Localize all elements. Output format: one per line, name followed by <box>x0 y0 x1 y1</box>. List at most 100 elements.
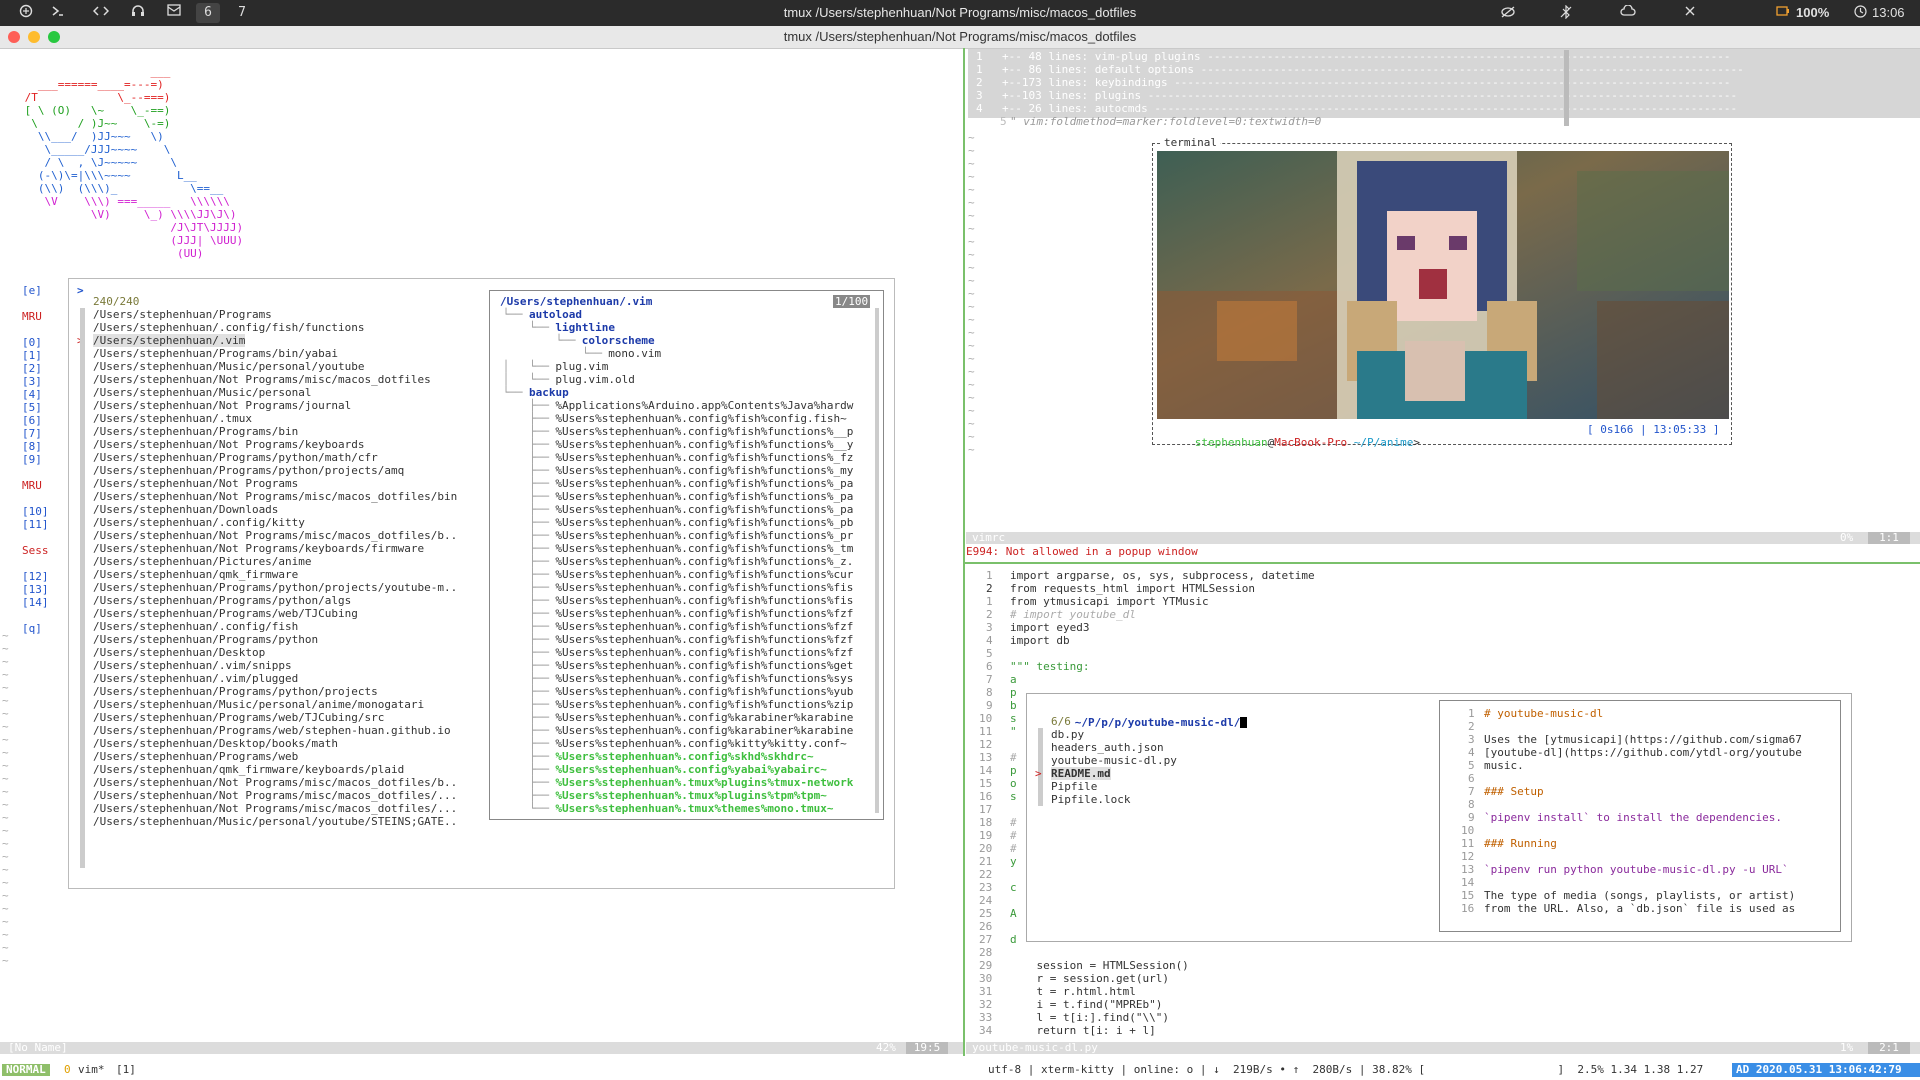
code-line[interactable]: c <box>1010 881 1017 894</box>
fzf-result-item[interactable]: /Users/stephenhuan/Not Programs/misc/mac… <box>93 802 457 815</box>
code-line[interactable]: return t[i: i + l] <box>1010 1024 1155 1037</box>
fzf-result-item[interactable]: /Users/stephenhuan/.vim/snipps <box>93 659 292 672</box>
menu-key[interactable]: [7] <box>22 427 42 440</box>
fzf-result-item[interactable]: /Users/stephenhuan/Music/personal <box>93 386 312 399</box>
fzf-result-item[interactable]: /Users/stephenhuan/qmk_firmware/keyboard… <box>93 763 404 776</box>
file-popup[interactable]: ~/P/p/p/youtube-music-dl/ 6/6 db.py heade… <box>1026 693 1852 942</box>
fzf-result-item[interactable]: /Users/stephenhuan/Desktop/books/math <box>93 737 338 750</box>
fzf-result-item[interactable]: /Users/stephenhuan/Desktop <box>93 646 265 659</box>
menu-key[interactable]: [13] <box>22 583 49 596</box>
code-line[interactable]: a <box>1010 673 1017 686</box>
menu-key[interactable]: [9] <box>22 453 42 466</box>
fzf-result-item[interactable]: /Users/stephenhuan/Not Programs/misc/mac… <box>93 373 431 386</box>
menu-key[interactable]: [3] <box>22 375 42 388</box>
fzf-result-item[interactable]: /Users/stephenhuan/Programs/web <box>93 750 298 763</box>
menu-key[interactable]: [q] <box>22 622 42 635</box>
menu-key[interactable]: [10] <box>22 505 49 518</box>
fzf-result-item[interactable]: /Users/stephenhuan/Programs <box>93 308 272 321</box>
horizontal-split[interactable] <box>965 562 1920 564</box>
fold-line[interactable]: +-- 48 lines: vim-plug plugins ---------… <box>1002 50 1730 63</box>
menu-key[interactable]: [e] <box>22 284 42 297</box>
file-list-item[interactable]: headers_auth.json <box>1051 741 1164 754</box>
code-line[interactable]: s <box>1010 790 1017 803</box>
fzf-result-item[interactable]: /Users/stephenhuan/Programs/python/algs <box>93 594 351 607</box>
menu-key[interactable]: [8] <box>22 440 42 453</box>
code-line[interactable]: d <box>1010 933 1017 946</box>
code-line[interactable]: p <box>1010 764 1017 777</box>
fold-line[interactable]: +--173 lines: keybindings --------------… <box>1002 76 1730 89</box>
code-line[interactable]: t = r.html.html <box>1010 985 1135 998</box>
code-line[interactable]: A <box>1010 907 1017 920</box>
fold-line[interactable]: +-- 26 lines: autocmds -----------------… <box>1002 102 1737 115</box>
menu-key[interactable]: [12] <box>22 570 49 583</box>
fzf-result-item[interactable]: /Users/stephenhuan/Downloads <box>93 503 278 516</box>
code-line[interactable]: i = t.find("MPREb") <box>1010 998 1162 1011</box>
bluetooth-off-icon[interactable] <box>1560 4 1572 23</box>
code-line[interactable]: y <box>1010 855 1017 868</box>
menu-key[interactable]: [1] <box>22 349 42 362</box>
fzf-result-item[interactable]: /Users/stephenhuan/Music/personal/anime/… <box>93 698 424 711</box>
vimrc-scrollbar[interactable] <box>1564 50 1569 126</box>
terminal-popup[interactable]: terminal stephenhuan@MacBook-Pro ~/P/ani… <box>1152 136 1732 449</box>
file-list-item[interactable]: db.py <box>1051 728 1084 741</box>
code-line[interactable]: # import youtube_dl <box>1010 608 1136 621</box>
fzf-result-item[interactable]: /Users/stephenhuan/Programs/web/TJCubing… <box>93 711 384 724</box>
fzf-result-item[interactable]: /Users/stephenhuan/.vim/plugged <box>93 672 298 685</box>
code-line[interactable]: l = t[i:].find("\\") <box>1010 1011 1168 1024</box>
code-line[interactable]: # <box>1010 842 1017 855</box>
code-line[interactable]: r = session.get(url) <box>1010 972 1168 985</box>
fzf-popup[interactable]: > 240/240 /Users/stephenhuan/Programs/Us… <box>68 278 895 889</box>
fzf-prompt[interactable]: > <box>77 284 84 297</box>
fzf-result-item[interactable]: /Users/stephenhuan/.config/fish/function… <box>93 321 365 334</box>
fzf-result-item[interactable]: /Users/stephenhuan/Music/personal/youtub… <box>93 360 365 373</box>
code-line[interactable]: # <box>1010 816 1017 829</box>
code-line[interactable]: b <box>1010 699 1017 712</box>
code-line[interactable]: """ testing: <box>1010 660 1089 673</box>
tmux-session[interactable]: 0 <box>64 1064 71 1076</box>
file-list-item[interactable]: README.md <box>1051 767 1111 780</box>
file-list-item[interactable]: Pipfile.lock <box>1051 793 1130 806</box>
preview-scrollbar[interactable] <box>875 308 879 813</box>
code-line[interactable]: o <box>1010 777 1017 790</box>
tmux-window-index[interactable]: [1] <box>116 1064 136 1076</box>
fzf-result-item[interactable]: /Users/stephenhuan/Not Programs <box>93 477 298 490</box>
fzf-result-item[interactable]: /Users/stephenhuan/Not Programs/misc/mac… <box>93 490 457 503</box>
code-line[interactable]: # <box>1010 751 1017 764</box>
code-line[interactable]: from requests_html import HTMLSession <box>1010 582 1255 595</box>
menu-key[interactable]: [2] <box>22 362 42 375</box>
fzf-result-item[interactable]: /Users/stephenhuan/Not Programs/misc/mac… <box>93 529 457 542</box>
vertical-split[interactable] <box>963 48 965 1056</box>
fzf-result-item[interactable]: /Users/stephenhuan/.config/kitty <box>93 516 305 529</box>
fzf-result-item[interactable]: /Users/stephenhuan/.vim <box>93 334 246 347</box>
fzf-result-item[interactable]: /Users/stephenhuan/Not Programs/misc/mac… <box>93 776 457 789</box>
fzf-result-item[interactable]: /Users/stephenhuan/Programs/bin <box>93 425 298 438</box>
fzf-result-item[interactable]: /Users/stephenhuan/Programs/python <box>93 633 318 646</box>
fzf-result-item[interactable]: /Users/stephenhuan/Programs/python/math/… <box>93 451 378 464</box>
fzf-result-item[interactable]: /Users/stephenhuan/Music/personal/youtub… <box>93 815 457 828</box>
close-icon[interactable] <box>1684 5 1696 21</box>
menu-key[interactable]: [5] <box>22 401 42 414</box>
fzf-result-item[interactable]: /Users/stephenhuan/.tmux <box>93 412 252 425</box>
startify-pane[interactable]: ___ ___======____=---=) /T \_--===) [ \ … <box>0 49 963 1057</box>
fzf-result-item[interactable]: /Users/stephenhuan/Programs/python/proje… <box>93 581 457 594</box>
vimrc-pane[interactable]: 1 +-- 48 lines: vim-plug plugins --------… <box>966 49 1920 551</box>
fzf-result-item[interactable]: /Users/stephenhuan/Not Programs/journal <box>93 399 351 412</box>
menu-key[interactable]: [14] <box>22 596 49 609</box>
code-line[interactable]: # <box>1010 829 1017 842</box>
code-line[interactable]: s <box>1010 712 1017 725</box>
code-pane[interactable]: 1 import argparse, os, sys, subprocess, d… <box>966 566 1920 1038</box>
fzf-result-item[interactable]: /Users/stephenhuan/Programs/web/TJCubing <box>93 607 358 620</box>
fzf-result-item[interactable]: /Users/stephenhuan/Not Programs/keyboard… <box>93 542 424 555</box>
code-line[interactable]: p <box>1010 686 1017 699</box>
code-line[interactable]: session = HTMLSession() <box>1010 959 1188 972</box>
fzf-result-item[interactable]: /Users/stephenhuan/Programs/python/proje… <box>93 464 404 477</box>
file-list-item[interactable]: youtube-music-dl.py <box>1051 754 1177 767</box>
fzf-result-item[interactable]: /Users/stephenhuan/qmk_firmware <box>93 568 298 581</box>
menu-key[interactable]: [4] <box>22 388 42 401</box>
fzf-result-item[interactable]: /Users/stephenhuan/Programs/python/proje… <box>93 685 378 698</box>
fold-line[interactable]: +-- 86 lines: default options ----------… <box>1002 63 1744 76</box>
file-list-item[interactable]: Pipfile <box>1051 780 1097 793</box>
cloud-icon[interactable] <box>1620 4 1636 21</box>
code-line[interactable]: import argparse, os, sys, subprocess, da… <box>1010 569 1315 582</box>
fzf-result-item[interactable]: /Users/stephenhuan/Not Programs/keyboard… <box>93 438 365 451</box>
